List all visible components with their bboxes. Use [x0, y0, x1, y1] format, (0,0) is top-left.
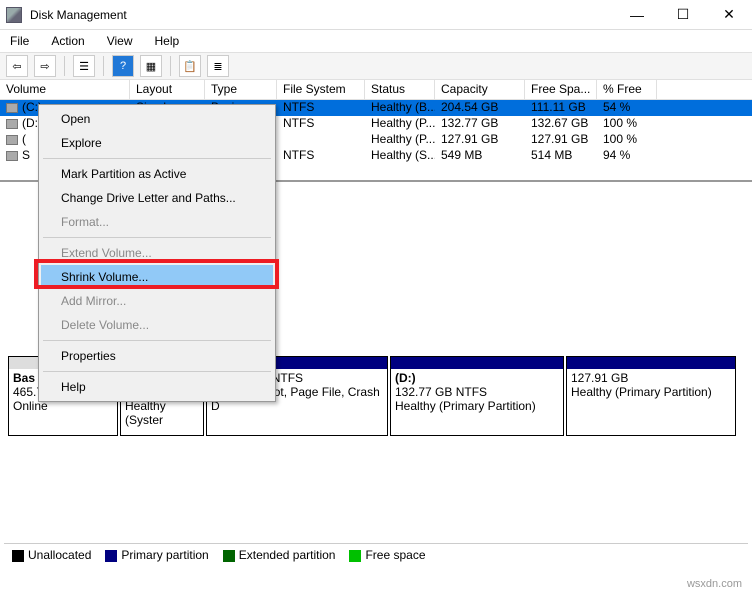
context-menu: Open Explore Mark Partition as Active Ch… [38, 104, 276, 402]
menu-help[interactable]: Help [41, 375, 273, 399]
header-filesystem[interactable]: File System [277, 80, 365, 99]
menu-shrink-volume[interactable]: Shrink Volume... [41, 265, 273, 289]
menu-mark-active[interactable]: Mark Partition as Active [41, 162, 273, 186]
title-bar: Disk Management — ☐ ✕ [0, 0, 752, 30]
maximize-button[interactable]: ☐ [660, 0, 706, 30]
menu-view[interactable]: View [103, 32, 137, 50]
drive-icon [6, 151, 18, 161]
menu-extend-volume[interactable]: Extend Volume... [41, 241, 273, 265]
menu-separator [43, 340, 271, 341]
window-title: Disk Management [28, 8, 614, 22]
legend: Unallocated Primary partition Extended p… [4, 543, 748, 566]
menu-change-drive-letter[interactable]: Change Drive Letter and Paths... [41, 186, 273, 210]
drive-icon [6, 103, 18, 113]
menu-separator [43, 371, 271, 372]
menu-file[interactable]: File [6, 32, 33, 50]
legend-free: Free space [365, 548, 425, 562]
toolbar-button[interactable]: ≣ [207, 55, 229, 77]
back-button[interactable]: ⇦ [6, 55, 28, 77]
close-button[interactable]: ✕ [706, 0, 752, 30]
watermark: wsxdn.com [687, 578, 742, 590]
menu-properties[interactable]: Properties [41, 344, 273, 368]
app-icon [6, 7, 22, 23]
header-capacity[interactable]: Capacity [435, 80, 525, 99]
header-free[interactable]: Free Spa... [525, 80, 597, 99]
drive-icon [6, 119, 18, 129]
separator [64, 56, 65, 76]
menu-open[interactable]: Open [41, 107, 273, 131]
menu-format[interactable]: Format... [41, 210, 273, 234]
menu-delete-volume[interactable]: Delete Volume... [41, 313, 273, 337]
separator [103, 56, 104, 76]
menu-separator [43, 237, 271, 238]
drive-icon [6, 135, 18, 145]
separator [170, 56, 171, 76]
partition[interactable]: (D:)132.77 GB NTFSHealthy (Primary Parti… [390, 356, 564, 436]
forward-button[interactable]: ⇨ [34, 55, 56, 77]
toolbar-button[interactable]: ☰ [73, 55, 95, 77]
legend-primary: Primary partition [121, 548, 208, 562]
header-percent[interactable]: % Free [597, 80, 657, 99]
help-button[interactable]: ? [112, 55, 134, 77]
menu-separator [43, 158, 271, 159]
legend-unallocated: Unallocated [28, 548, 91, 562]
toolbar-button[interactable]: 📋 [179, 55, 201, 77]
swatch-unallocated-icon [12, 550, 24, 562]
header-type[interactable]: Type [205, 80, 277, 99]
partition[interactable]: 127.91 GBHealthy (Primary Partition) [566, 356, 736, 436]
toolbar: ⇦ ⇨ ☰ ? ▦ 📋 ≣ [0, 52, 752, 80]
toolbar-button[interactable]: ▦ [140, 55, 162, 77]
header-layout[interactable]: Layout [130, 80, 205, 99]
swatch-primary-icon [105, 550, 117, 562]
legend-extended: Extended partition [239, 548, 336, 562]
menu-help[interactable]: Help [151, 32, 184, 50]
header-status[interactable]: Status [365, 80, 435, 99]
menu-explore[interactable]: Explore [41, 131, 273, 155]
menu-action[interactable]: Action [47, 32, 88, 50]
column-headers: Volume Layout Type File System Status Ca… [0, 80, 752, 100]
header-volume[interactable]: Volume [0, 80, 130, 99]
minimize-button[interactable]: — [614, 0, 660, 30]
swatch-free-icon [349, 550, 361, 562]
menu-bar: File Action View Help [0, 30, 752, 52]
menu-add-mirror[interactable]: Add Mirror... [41, 289, 273, 313]
swatch-extended-icon [223, 550, 235, 562]
disk-name: Bas [13, 371, 35, 385]
